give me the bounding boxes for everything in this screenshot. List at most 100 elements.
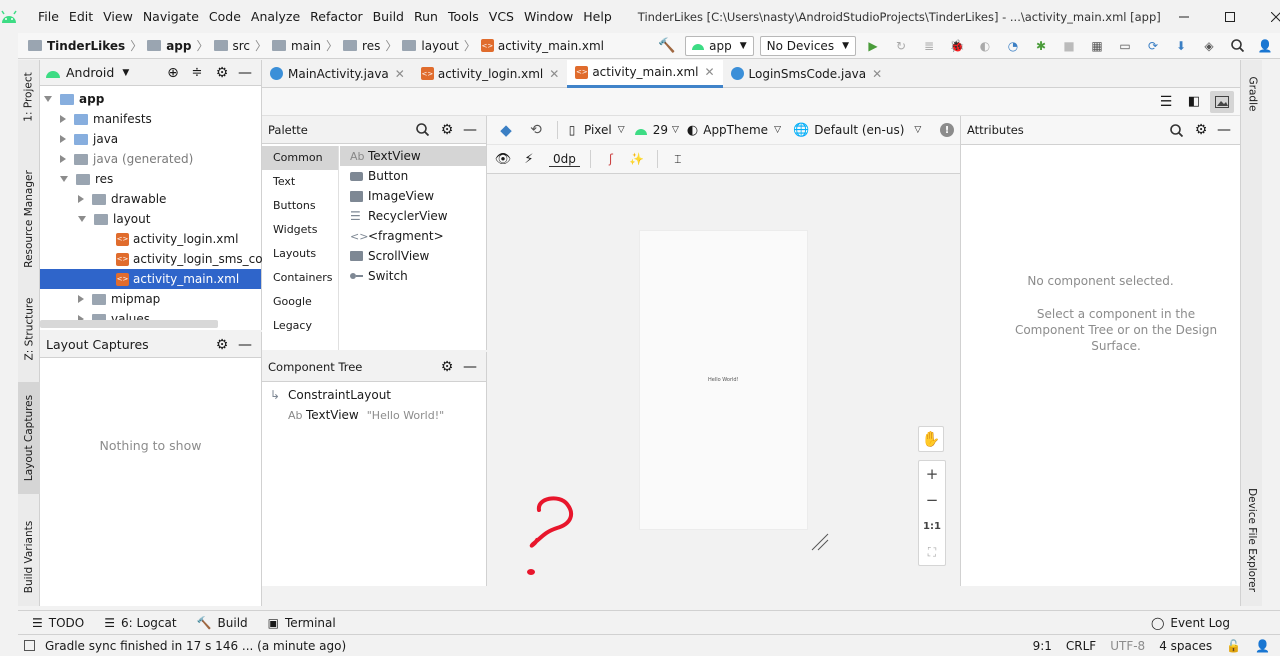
- run-config-select[interactable]: app ▼: [685, 35, 754, 56]
- sync-gradle-icon[interactable]: ⟳: [1142, 39, 1164, 53]
- tree-item-activity-login[interactable]: <> activity_login.xml: [116, 229, 238, 249]
- breadcrumb-main[interactable]: main: [291, 39, 321, 53]
- palette-item-imageview[interactable]: ImageView: [340, 186, 486, 206]
- project-view-select[interactable]: Android: [66, 65, 114, 80]
- palette-item-recyclerview[interactable]: ☰ RecyclerView: [340, 206, 486, 226]
- warning-icon[interactable]: !: [940, 123, 954, 137]
- phone-icon[interactable]: ▯: [564, 123, 580, 137]
- palette-item-fragment[interactable]: <> <fragment>: [340, 226, 486, 246]
- orientation-icon[interactable]: ⟲: [521, 122, 551, 138]
- palette-category-buttons[interactable]: Buttons: [262, 194, 338, 218]
- palette-category-text[interactable]: Text: [262, 170, 338, 194]
- clear-constraints-icon[interactable]: ʃ: [601, 152, 621, 166]
- device-preview[interactable]: Hello World!: [639, 230, 808, 530]
- run-icon[interactable]: ▶: [862, 39, 884, 53]
- breadcrumb-res[interactable]: res: [362, 39, 380, 53]
- menu-file[interactable]: File: [38, 9, 59, 24]
- status-message[interactable]: Gradle sync finished in 17 s 146 ... (a …: [45, 639, 346, 653]
- split-view-icon[interactable]: ◧: [1182, 91, 1206, 113]
- palette-category-containers[interactable]: Containers: [262, 266, 338, 290]
- gear-icon[interactable]: ⚙: [209, 65, 235, 81]
- menu-vcs[interactable]: VCS: [489, 9, 514, 24]
- menu-refactor[interactable]: Refactor: [310, 9, 362, 24]
- design-surface[interactable]: Hello World! ✋ + − 1:1 ⛶: [487, 174, 960, 586]
- palette-category-google[interactable]: Google: [262, 290, 338, 314]
- tree-item-java-generated[interactable]: java (generated): [60, 149, 193, 169]
- close-icon[interactable]: [1253, 0, 1280, 33]
- menu-run[interactable]: Run: [414, 9, 438, 24]
- rerun-icon[interactable]: ↻: [890, 39, 912, 53]
- avd-manager-icon[interactable]: ▭: [1114, 39, 1136, 53]
- gear-icon[interactable]: ⚙: [434, 122, 460, 138]
- menu-build[interactable]: Build: [373, 9, 404, 24]
- account-icon[interactable]: 👤: [1254, 39, 1276, 53]
- palette-item-scrollview[interactable]: ScrollView: [340, 246, 486, 266]
- tool-tab-build-variants[interactable]: Build Variants: [18, 512, 40, 602]
- tool-tab-layout-captures[interactable]: Layout Captures: [18, 382, 40, 494]
- attach-debugger-icon[interactable]: ✱: [1030, 39, 1052, 53]
- stop-icon[interactable]: ■: [1058, 39, 1080, 53]
- palette-category-layouts[interactable]: Layouts: [262, 242, 338, 266]
- horizontal-scrollbar[interactable]: [40, 320, 218, 328]
- hide-icon[interactable]: —: [460, 122, 480, 138]
- breadcrumb-layout[interactable]: layout: [421, 39, 458, 53]
- collapse-all-icon[interactable]: ≑: [185, 65, 209, 80]
- theme-selector[interactable]: AppTheme: [703, 123, 768, 137]
- tree-item-app[interactable]: app: [44, 89, 260, 109]
- menu-code[interactable]: Code: [209, 9, 241, 24]
- sdk-manager-icon[interactable]: ⬇: [1170, 39, 1192, 53]
- pan-hand-icon[interactable]: ✋: [918, 426, 944, 452]
- code-view-icon[interactable]: ☰: [1154, 91, 1178, 113]
- tool-tab-device-file-explorer[interactable]: Device File Explorer: [1241, 480, 1263, 600]
- tab-activity-main[interactable]: <> activity_main.xml ✕: [567, 59, 723, 88]
- chevron-down-icon[interactable]: ▼: [122, 68, 129, 78]
- tree-item-manifests[interactable]: manifests: [60, 109, 152, 129]
- tool-tab-resource-manager[interactable]: Resource Manager: [18, 164, 40, 274]
- line-separator[interactable]: CRLF: [1066, 639, 1096, 653]
- hide-icon[interactable]: —: [460, 359, 480, 375]
- close-tab-icon[interactable]: ✕: [395, 67, 405, 81]
- gear-icon[interactable]: ⚙: [434, 359, 460, 375]
- hammer-icon[interactable]: 🔨: [655, 38, 679, 54]
- device-selector[interactable]: Pixel: [584, 123, 612, 137]
- close-tab-icon[interactable]: ✕: [872, 67, 882, 81]
- api-level-selector[interactable]: 29: [653, 123, 668, 137]
- minimize-icon[interactable]: [1161, 0, 1207, 33]
- infer-constraints-icon[interactable]: ✨: [627, 152, 647, 166]
- tab-login-sms-code[interactable]: LoginSmsCode.java ✕: [723, 60, 891, 88]
- palette-category-widgets[interactable]: Widgets: [262, 218, 338, 242]
- design-view-icon[interactable]: [1210, 90, 1234, 113]
- zoom-out-icon[interactable]: −: [919, 487, 945, 513]
- tool-tab-logcat[interactable]: ☰ 6: Logcat: [104, 616, 176, 630]
- palette-category-common[interactable]: Common: [262, 146, 338, 170]
- cursor-position[interactable]: 9:1: [1033, 639, 1052, 653]
- tree-item-res[interactable]: res: [60, 169, 113, 189]
- menu-help[interactable]: Help: [583, 9, 612, 24]
- resize-handle-icon[interactable]: [810, 532, 830, 555]
- eye-icon[interactable]: 👁: [493, 152, 513, 167]
- coverage-icon[interactable]: ◐: [974, 39, 996, 53]
- gear-icon[interactable]: ⚙: [209, 337, 235, 353]
- autoconnect-icon[interactable]: ⚡: [519, 152, 539, 167]
- tool-tab-terminal[interactable]: ▣ Terminal: [268, 616, 336, 630]
- menu-tools[interactable]: Tools: [448, 9, 479, 24]
- default-margin-field[interactable]: 0dp: [549, 152, 580, 167]
- search-icon[interactable]: [1164, 123, 1188, 137]
- tool-tab-gradle[interactable]: Gradle: [1241, 66, 1263, 122]
- debug-icon[interactable]: 🐞: [946, 39, 968, 53]
- maximize-icon[interactable]: [1207, 0, 1253, 33]
- menu-navigate[interactable]: Navigate: [143, 9, 199, 24]
- zoom-actual-size-button[interactable]: 1:1: [919, 513, 945, 539]
- lock-icon[interactable]: 🔓: [1226, 639, 1241, 653]
- palette-item-textview[interactable]: Ab TextView: [340, 146, 486, 166]
- breadcrumb-src[interactable]: src: [233, 39, 251, 53]
- locale-selector[interactable]: Default (en-us): [814, 123, 904, 137]
- locate-icon[interactable]: ⊕: [161, 65, 185, 81]
- tool-tab-todo[interactable]: ☰ TODO: [32, 616, 84, 630]
- close-tab-icon[interactable]: ✕: [549, 67, 559, 81]
- tree-item-activity-main[interactable]: <> activity_main.xml: [40, 269, 261, 289]
- tree-item-java[interactable]: java: [60, 129, 118, 149]
- hide-icon[interactable]: —: [235, 65, 255, 81]
- tree-node-textview[interactable]: Ab TextView "Hello World!": [262, 405, 486, 425]
- close-tab-icon[interactable]: ✕: [704, 65, 714, 79]
